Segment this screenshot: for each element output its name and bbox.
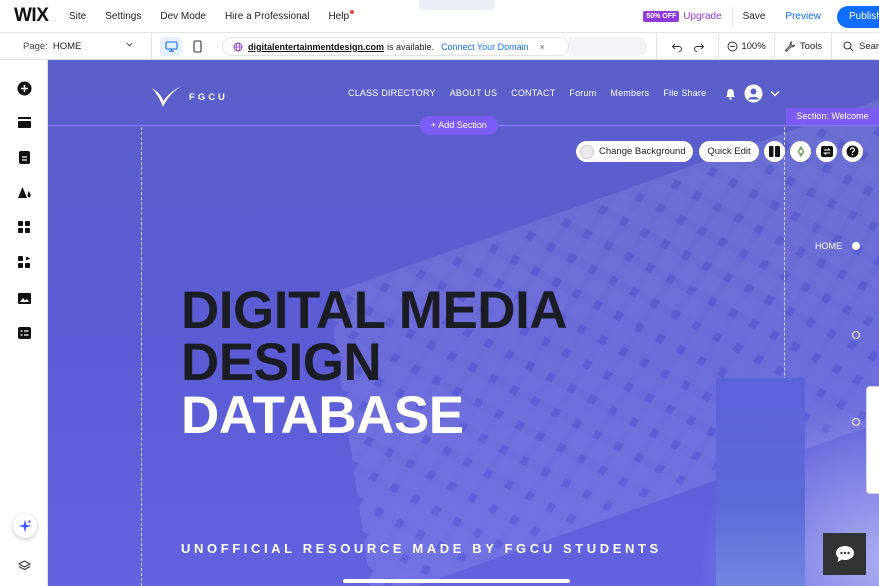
- menu-help[interactable]: Help: [328, 9, 355, 22]
- page-selector-label: Page:: [23, 41, 48, 52]
- menu-hire-professional[interactable]: Hire a Professional: [225, 11, 309, 22]
- change-background-label: Change Background: [599, 146, 686, 157]
- mobile-icon: [192, 40, 202, 53]
- add-panel-sidebar: [0, 60, 48, 586]
- anchor-dot[interactable]: [852, 331, 860, 339]
- desktop-icon: [164, 41, 178, 52]
- promo-badge: 50% OFF: [643, 11, 680, 22]
- site-url-bar[interactable]: digitalentertainmentdesign.com is availa…: [222, 37, 569, 56]
- tools-label: Tools: [799, 41, 823, 52]
- save-button[interactable]: Save: [743, 11, 766, 22]
- hero-subtitle[interactable]: UNOFFICIAL RESOURCE MADE BY FGCU STUDENT…: [181, 541, 662, 556]
- close-icon[interactable]: ×: [540, 42, 545, 52]
- globe-icon: [233, 42, 243, 51]
- chat-icon: [835, 546, 854, 562]
- menu-dev-mode[interactable]: Dev Mode: [160, 11, 206, 22]
- nav-about-us[interactable]: ABOUT US: [450, 88, 497, 98]
- editor-secondary-bar: Page: HOME digitalentertainmentdesign.co…: [0, 33, 879, 60]
- anchor-home-label[interactable]: HOME: [815, 241, 842, 251]
- quick-edit-label: Quick Edit: [707, 146, 751, 157]
- collapsed-side-panel[interactable]: [866, 386, 879, 494]
- mobile-view-button[interactable]: [186, 37, 208, 56]
- change-background-button[interactable]: Change Background: [576, 141, 693, 162]
- image-element[interactable]: [716, 378, 805, 586]
- add-elements-icon[interactable]: [15, 79, 33, 97]
- navigation-tool-button[interactable]: [816, 141, 837, 162]
- hero-title-line-1[interactable]: DIGITAL MEDIA: [181, 284, 568, 337]
- preview-button[interactable]: Preview: [785, 11, 821, 22]
- add-apps-icon[interactable]: [15, 218, 33, 236]
- section-name-tag[interactable]: Section: Welcome: [786, 108, 879, 125]
- search-button[interactable]: Search: [831, 33, 879, 60]
- nav-contact[interactable]: CONTACT: [511, 88, 555, 98]
- url-bar-extension: [569, 37, 647, 56]
- sections-icon[interactable]: [15, 113, 33, 131]
- hidden-toolbar-handle[interactable]: [419, 0, 495, 10]
- bird-logo-icon: [152, 86, 182, 107]
- quick-edit-button[interactable]: Quick Edit: [699, 141, 759, 162]
- editor-canvas[interactable]: FGCU CLASS DIRECTORY ABOUT US CONTACT Fo…: [48, 60, 879, 586]
- site-logo-text: FGCU: [189, 91, 228, 103]
- search-icon: [843, 41, 854, 52]
- chevron-down-icon: [126, 42, 133, 47]
- menu-help-label: Help: [328, 10, 350, 22]
- publish-button[interactable]: Publish: [837, 5, 879, 28]
- nav-class-directory[interactable]: CLASS DIRECTORY: [348, 88, 436, 98]
- wrench-icon: [784, 41, 795, 52]
- chat-button[interactable]: [823, 533, 866, 575]
- editor-top-bar: WIX Site Settings Dev Mode Hire a Profes…: [0, 0, 879, 33]
- bell-icon[interactable]: [725, 88, 736, 100]
- navigation-icon: [820, 146, 833, 157]
- upgrade-link[interactable]: Upgrade: [683, 11, 721, 22]
- domain-status: is available.: [387, 41, 435, 52]
- animation-tool-button[interactable]: [790, 141, 811, 162]
- layers-icon[interactable]: [15, 557, 33, 575]
- pages-icon[interactable]: [15, 148, 33, 166]
- left-gridline: [141, 127, 142, 586]
- hero-title-line-2[interactable]: DESIGN: [181, 336, 382, 389]
- zoom-out-icon: [727, 41, 738, 52]
- anchor-dot[interactable]: [852, 418, 860, 426]
- media-icon[interactable]: [15, 289, 33, 307]
- nav-file-share[interactable]: File Share: [663, 88, 706, 98]
- undo-redo-group: [656, 33, 718, 60]
- animation-icon: [797, 145, 804, 158]
- hero-title-line-3[interactable]: DATABASE: [181, 389, 464, 442]
- add-section-button[interactable]: + Add Section: [420, 116, 498, 135]
- avatar-icon[interactable]: [744, 84, 763, 103]
- site-navigation: CLASS DIRECTORY ABOUT US CONTACT Forum M…: [348, 88, 720, 98]
- horizontal-scrollbar[interactable]: [343, 579, 570, 583]
- divider: [731, 6, 733, 27]
- notification-dot-icon: [350, 9, 355, 14]
- layout-icon: [769, 146, 780, 157]
- domain-name[interactable]: digitalentertainmentdesign.com: [248, 42, 384, 52]
- redo-icon[interactable]: [693, 42, 705, 52]
- connect-domain-link[interactable]: Connect Your Domain: [441, 42, 529, 52]
- my-business-icon[interactable]: [15, 253, 33, 271]
- zoom-button[interactable]: 100%: [718, 33, 774, 60]
- layout-tool-button[interactable]: [764, 141, 785, 162]
- undo-icon[interactable]: [671, 42, 683, 52]
- menu-settings[interactable]: Settings: [105, 11, 141, 22]
- site-logo[interactable]: FGCU: [151, 85, 228, 109]
- help-icon: [846, 145, 859, 158]
- background-swatch-icon: [580, 144, 594, 159]
- nav-forum[interactable]: Forum: [569, 88, 596, 98]
- tools-button[interactable]: Tools: [774, 33, 831, 60]
- site-design-icon[interactable]: [15, 183, 33, 201]
- anchor-dot-active[interactable]: [852, 242, 860, 250]
- help-tool-button[interactable]: [842, 141, 863, 162]
- menu-site[interactable]: Site: [69, 11, 86, 22]
- page-selector-value: HOME: [52, 41, 82, 52]
- cms-icon[interactable]: [15, 324, 33, 342]
- page-selector[interactable]: Page: HOME: [0, 33, 152, 60]
- search-label: Search: [859, 41, 879, 52]
- nav-members[interactable]: Members: [610, 88, 649, 98]
- zoom-level: 100%: [741, 41, 766, 52]
- ai-assistant-icon[interactable]: [13, 514, 37, 538]
- wix-logo[interactable]: WIX: [14, 5, 64, 27]
- member-area: [725, 84, 780, 103]
- desktop-view-button[interactable]: [160, 37, 182, 56]
- chevron-down-icon[interactable]: [770, 90, 780, 97]
